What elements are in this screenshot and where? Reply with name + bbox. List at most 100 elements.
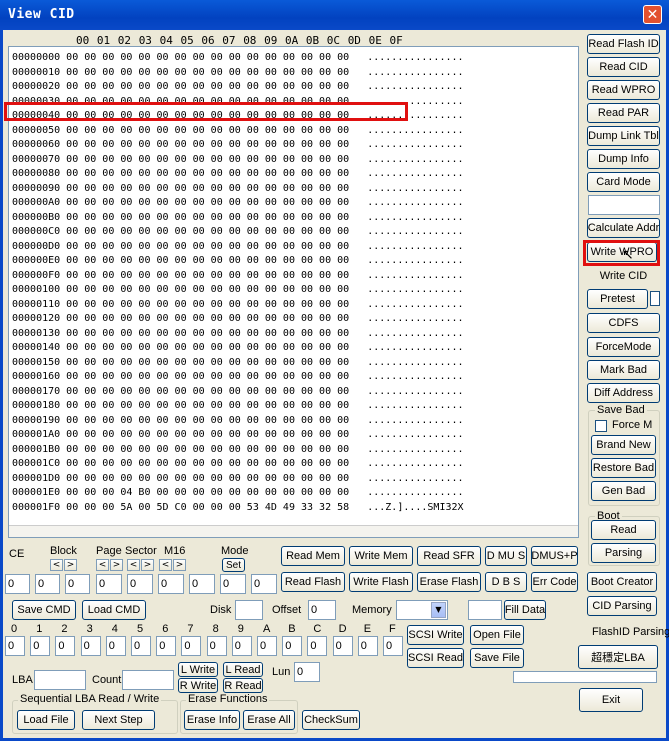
count-input[interactable] — [122, 670, 174, 690]
read-cid-button[interactable]: Read CID — [587, 57, 660, 77]
m16-left-arrow[interactable]: < — [159, 559, 172, 571]
block-left-arrow[interactable]: < — [50, 559, 63, 571]
fill-data-button[interactable]: Fill Data — [504, 600, 546, 620]
byte-input[interactable]: 0 — [282, 636, 303, 656]
byte-input[interactable]: 0 — [383, 636, 403, 656]
checksum-button[interactable]: CheckSum — [302, 710, 360, 730]
sector-input[interactable]: 0 — [127, 574, 153, 594]
m16-input-1[interactable]: 0 — [158, 574, 184, 594]
lun-input[interactable]: 0 — [294, 662, 320, 682]
byte-input[interactable]: 0 — [332, 636, 353, 656]
page-input[interactable]: 0 — [96, 574, 122, 594]
lba-stable-button[interactable]: 超穩定LBA — [578, 645, 658, 669]
dump-info-button[interactable]: Dump Info — [587, 149, 660, 169]
byte-input[interactable]: 0 — [105, 636, 126, 656]
dump-link-tbl-button[interactable]: Dump Link Tbl — [587, 126, 660, 146]
calculate-addr-button[interactable]: Calculate Addr — [587, 218, 660, 238]
m16-right-arrow[interactable]: > — [173, 559, 186, 571]
addr-input[interactable] — [588, 195, 660, 215]
forcemode-button[interactable]: ForceMode — [587, 337, 660, 357]
read-mem-button[interactable]: Read Mem — [281, 546, 345, 566]
disk-input[interactable] — [235, 600, 263, 620]
restore-bad-button[interactable]: Restore Bad — [591, 458, 656, 478]
l-read-button[interactable]: L Read — [223, 662, 263, 677]
page-right-arrow[interactable]: > — [110, 559, 123, 571]
byte-input[interactable]: 0 — [307, 636, 328, 656]
l-write-button[interactable]: L Write — [178, 662, 218, 677]
sector-label: Sector — [125, 545, 157, 557]
ce-input[interactable]: 0 — [5, 574, 30, 594]
close-button[interactable]: ✕ — [643, 5, 662, 24]
read-flash-button[interactable]: Read Flash — [281, 572, 345, 592]
write-mem-button[interactable]: Write Mem — [349, 546, 413, 566]
byte-input[interactable]: 0 — [357, 636, 378, 656]
dmus-plus-p-button[interactable]: DMUS+P — [531, 546, 578, 566]
read-sfr-button[interactable]: Read SFR — [417, 546, 481, 566]
cdfs-button[interactable]: CDFS — [587, 313, 660, 333]
byte-input[interactable]: 0 — [231, 636, 252, 656]
load-cmd-button[interactable]: Load CMD — [82, 600, 146, 620]
r-write-button[interactable]: R Write — [178, 678, 218, 693]
r-read-button[interactable]: R Read — [223, 678, 263, 693]
save-cmd-button[interactable]: Save CMD — [12, 600, 76, 620]
byte-input[interactable]: 0 — [156, 636, 177, 656]
cid-parsing-button[interactable]: CID Parsing — [587, 596, 657, 616]
block-input-1[interactable]: 0 — [35, 574, 60, 594]
read-par-button[interactable]: Read PAR — [587, 103, 660, 123]
boot-creator-button[interactable]: Boot Creator — [587, 572, 657, 592]
boot-read-button[interactable]: Read — [591, 520, 656, 540]
byte-input[interactable]: 0 — [257, 636, 277, 656]
sector-left-arrow[interactable]: < — [127, 559, 140, 571]
m16-input-2[interactable]: 0 — [189, 574, 215, 594]
read-wpro-button[interactable]: Read WPRO — [587, 80, 660, 100]
scsi-read-button[interactable]: SCSI Read — [407, 648, 464, 668]
write-cid-button[interactable]: Write CID — [587, 266, 660, 286]
byte-label: 5 — [137, 623, 144, 635]
dbs-button[interactable]: D B S — [485, 572, 527, 592]
byte-input[interactable]: 0 — [5, 636, 25, 656]
offset-input[interactable]: 0 — [308, 600, 336, 620]
byte-input[interactable]: 0 — [30, 636, 51, 656]
erase-flash-button[interactable]: Erase Flash — [417, 572, 481, 592]
byte-input[interactable]: 0 — [181, 636, 202, 656]
byte-input[interactable]: 0 — [80, 636, 101, 656]
boot-parsing-button[interactable]: Parsing — [591, 543, 656, 563]
err-code-button[interactable]: Err Code — [531, 572, 578, 592]
byte-label: 8 — [212, 623, 219, 635]
dmus-button[interactable]: D MU S — [485, 546, 527, 566]
sector-right-arrow[interactable]: > — [141, 559, 154, 571]
write-flash-button[interactable]: Write Flash — [349, 572, 413, 592]
card-mode-button[interactable]: Card Mode — [587, 172, 660, 192]
exit-button[interactable]: Exit — [579, 688, 643, 712]
chevron-down-icon[interactable]: ▼ — [431, 602, 446, 618]
hex-row: 000001F0 00 00 00 5A 00 5D C0 00 00 00 5… — [12, 501, 464, 513]
read-flash-id-button[interactable]: Read Flash ID — [587, 34, 660, 54]
byte-input[interactable]: 0 — [206, 636, 227, 656]
brand-new-button[interactable]: Brand New — [591, 435, 656, 455]
next-step-button[interactable]: Next Step — [82, 710, 155, 730]
block-input-2[interactable]: 0 — [65, 574, 90, 594]
mode-input-2[interactable]: 0 — [251, 574, 277, 594]
byte-input[interactable]: 0 — [55, 636, 76, 656]
open-file-button[interactable]: Open File — [470, 625, 524, 645]
flashid-parsing-label[interactable]: FlashID Parsing — [592, 626, 669, 638]
erase-all-button[interactable]: Erase All — [243, 710, 295, 730]
mode-input-1[interactable]: 0 — [220, 574, 246, 594]
scsi-write-button[interactable]: SCSI Write — [407, 625, 464, 645]
fill-data-input[interactable] — [468, 600, 502, 620]
load-file-button[interactable]: Load File — [17, 710, 75, 730]
save-file-button[interactable]: Save File — [470, 648, 524, 668]
pretest-button[interactable]: Pretest — [587, 289, 648, 309]
set-button[interactable]: Set — [222, 558, 245, 572]
block-right-arrow[interactable]: > — [64, 559, 77, 571]
erase-info-button[interactable]: Erase Info — [184, 710, 240, 730]
diff-address-button[interactable]: Diff Address — [587, 383, 660, 403]
horizontal-scrollbar[interactable] — [9, 525, 578, 537]
force-m-checkbox[interactable] — [595, 420, 607, 432]
page-left-arrow[interactable]: < — [96, 559, 109, 571]
lba-input[interactable] — [34, 670, 86, 690]
pretest-checkbox[interactable] — [650, 291, 660, 306]
gen-bad-button[interactable]: Gen Bad — [591, 481, 656, 501]
mark-bad-button[interactable]: Mark Bad — [587, 360, 660, 380]
byte-input[interactable]: 0 — [131, 636, 151, 656]
